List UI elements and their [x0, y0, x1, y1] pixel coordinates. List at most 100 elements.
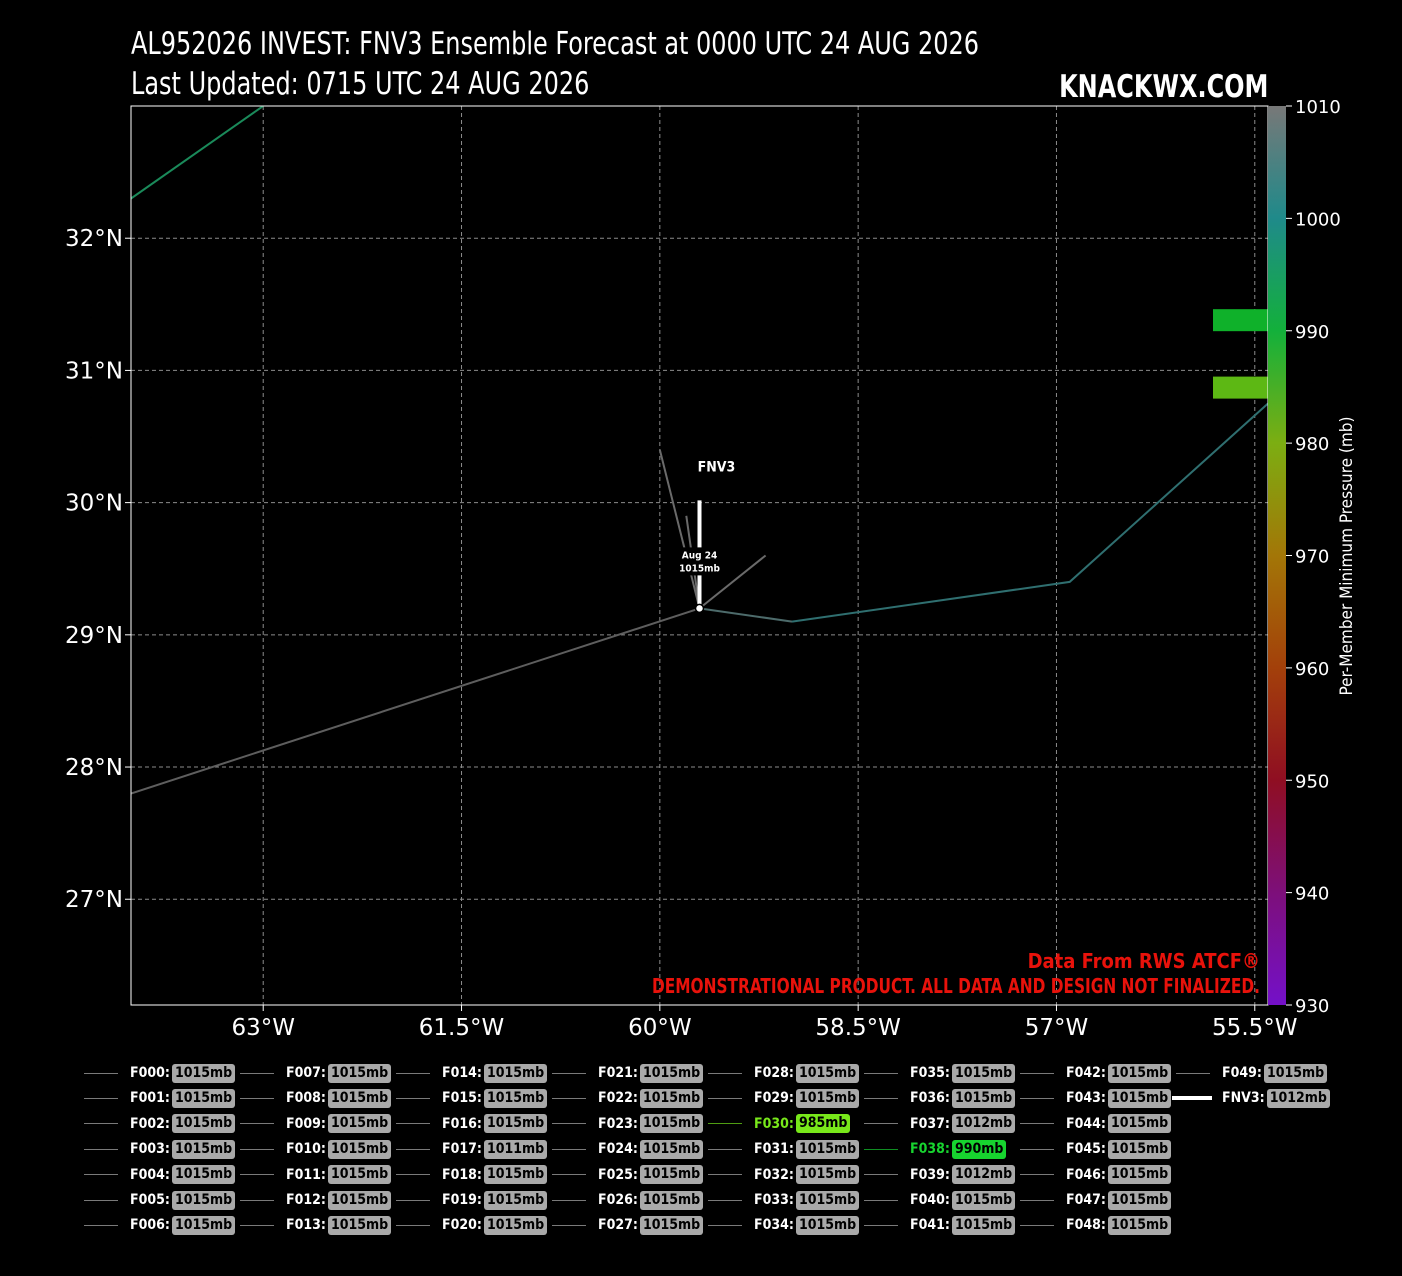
legend-pressure-badge: 1015mb	[327, 1215, 392, 1235]
member-legend: F000: 1015mb F001: 1015mb F002: 1015mb F003: 10…	[84, 1062, 1330, 1242]
legend-member-name: F015:	[442, 1090, 482, 1107]
legend-item: F034: 1015mb	[708, 1214, 860, 1236]
legend-line-swatch	[552, 1148, 586, 1150]
legend-pressure-badge: 1015mb	[639, 1114, 704, 1134]
lat-tick-label: 28°N	[65, 755, 123, 781]
legend-pressure-badge: 985mb	[795, 1114, 851, 1134]
legend-item: F009: 1015mb	[240, 1113, 392, 1135]
legend-member-name: F021:	[598, 1065, 638, 1081]
legend-item: F010: 1015mb	[240, 1138, 392, 1160]
legend-member-name: F048:	[1066, 1217, 1106, 1234]
legend-member-name: F001:	[130, 1090, 170, 1107]
legend-member-name: F047:	[1066, 1192, 1106, 1208]
legend-line-swatch	[708, 1072, 742, 1074]
legend-pressure-badge: 1015mb	[1107, 1165, 1172, 1185]
legend-pressure-badge: 1015mb	[951, 1088, 1016, 1108]
legend-member-name: F032:	[754, 1166, 794, 1183]
legend-item: F024: 1015mb	[552, 1138, 704, 1160]
legend-item: F040: 1015mb	[864, 1189, 1016, 1211]
legend-item: F048: 1015mb	[1020, 1214, 1172, 1236]
pressure-bar	[1213, 376, 1268, 399]
legend-line-swatch	[396, 1148, 430, 1150]
legend-member-name: F030:	[754, 1115, 794, 1132]
legend-item: F011: 1015mb	[240, 1164, 392, 1186]
cb-tick-label: 950	[1295, 771, 1329, 792]
legend-line-swatch	[396, 1224, 430, 1226]
legend-line-swatch	[1020, 1148, 1054, 1150]
legend-pressure-badge: 1012mb	[1266, 1088, 1330, 1108]
legend-item: F005: 1015mb	[84, 1189, 236, 1211]
legend-item: F013: 1015mb	[240, 1214, 392, 1236]
legend-item: F012: 1015mb	[240, 1189, 392, 1211]
legend-line-swatch	[1020, 1174, 1054, 1176]
legend-pressure-badge: 1015mb	[171, 1190, 236, 1210]
legend-item: F003: 1015mb	[84, 1138, 236, 1160]
legend-pressure-badge: 990mb	[951, 1139, 1007, 1159]
legend-line-swatch	[396, 1072, 430, 1074]
legend-member-name: F005:	[130, 1192, 170, 1208]
legend-line-swatch	[1176, 1072, 1210, 1074]
legend-member-name: F038:	[910, 1141, 950, 1158]
legend-member-name: F045:	[1066, 1141, 1106, 1158]
forecast-map: FNV3 Aug 24 1015mb 63°W 61.5°W 60°W 58.5°W 57°…	[65, 97, 1357, 1041]
legend-item: F019: 1015mb	[396, 1189, 548, 1211]
legend-item: F042: 1015mb	[1020, 1062, 1172, 1084]
legend-line-swatch	[84, 1072, 118, 1074]
legend-line-swatch	[708, 1224, 742, 1226]
legend-item: F026: 1015mb	[552, 1189, 704, 1211]
lon-tick-label: 55.5°W	[1212, 1015, 1297, 1041]
longitude-ticks: 63°W 61.5°W 60°W 58.5°W 57°W 55.5°W	[231, 1005, 1298, 1041]
legend-pressure-badge: 1015mb	[327, 1190, 392, 1210]
latitude-ticks: 32°N 31°N 30°N 29°N 28°N 27°N	[65, 226, 131, 913]
legend-member-name: F037:	[910, 1115, 950, 1132]
cb-tick-label: 980	[1295, 434, 1329, 455]
legend-pressure-badge: 1015mb	[171, 1088, 236, 1108]
legend-line-swatch	[240, 1174, 274, 1176]
legend-line-swatch	[1020, 1097, 1054, 1099]
legend-pressure-badge: 1015mb	[795, 1139, 860, 1159]
legend-line-swatch	[864, 1097, 898, 1099]
legend-member-name: F043:	[1066, 1090, 1106, 1107]
legend-member-name: F012:	[286, 1192, 326, 1208]
legend-member-name: F014:	[442, 1065, 482, 1081]
legend-pressure-badge: 1015mb	[795, 1063, 860, 1083]
legend-pressure-badge: 1015mb	[1107, 1114, 1172, 1134]
legend-member-name: F049:	[1222, 1065, 1262, 1081]
legend-pressure-badge: 1015mb	[1107, 1139, 1172, 1159]
legend-pressure-badge: 1015mb	[327, 1088, 392, 1108]
legend-member-name: F024:	[598, 1141, 638, 1158]
legend-member-name: F041:	[910, 1217, 950, 1234]
legend-item: F000: 1015mb	[84, 1062, 236, 1084]
fnv3-point	[694, 603, 705, 614]
legend-member-name: FNV3:	[1222, 1090, 1265, 1107]
legend-member-name: F018:	[442, 1166, 482, 1183]
legend-pressure-badge: 1015mb	[483, 1190, 548, 1210]
legend-line-swatch	[396, 1097, 430, 1099]
lon-tick-label: 57°W	[1025, 1015, 1089, 1041]
lat-tick-label: 31°N	[65, 358, 123, 384]
legend-member-name: F016:	[442, 1115, 482, 1132]
cb-tick-label: 1000	[1295, 209, 1341, 230]
legend-member-name: F033:	[754, 1192, 794, 1208]
legend-item: F022: 1015mb	[552, 1087, 704, 1109]
legend-member-name: F019:	[442, 1192, 482, 1208]
legend-member-name: F002:	[130, 1115, 170, 1132]
legend-item: F033: 1015mb	[708, 1189, 860, 1211]
legend-line-swatch	[552, 1224, 586, 1226]
legend-pressure-badge: 1015mb	[639, 1063, 704, 1083]
lon-tick-label: 63°W	[231, 1015, 295, 1041]
legend-line-swatch	[240, 1072, 274, 1074]
colorbar	[1268, 106, 1286, 1005]
legend-item: F043: 1015mb	[1020, 1087, 1172, 1109]
legend-item: F018: 1015mb	[396, 1164, 548, 1186]
legend-item: F041: 1015mb	[864, 1214, 1016, 1236]
legend-pressure-badge: 1015mb	[795, 1165, 860, 1185]
legend-item: F046: 1015mb	[1020, 1164, 1172, 1186]
legend-item: F038: 990mb	[864, 1138, 1007, 1160]
legend-item: F045: 1015mb	[1020, 1138, 1172, 1160]
legend-line-swatch	[708, 1148, 742, 1150]
legend-member-name: F008:	[286, 1090, 326, 1107]
legend-pressure-badge: 1015mb	[483, 1063, 548, 1083]
legend-line-swatch	[552, 1123, 586, 1125]
legend-pressure-badge: 1015mb	[639, 1088, 704, 1108]
